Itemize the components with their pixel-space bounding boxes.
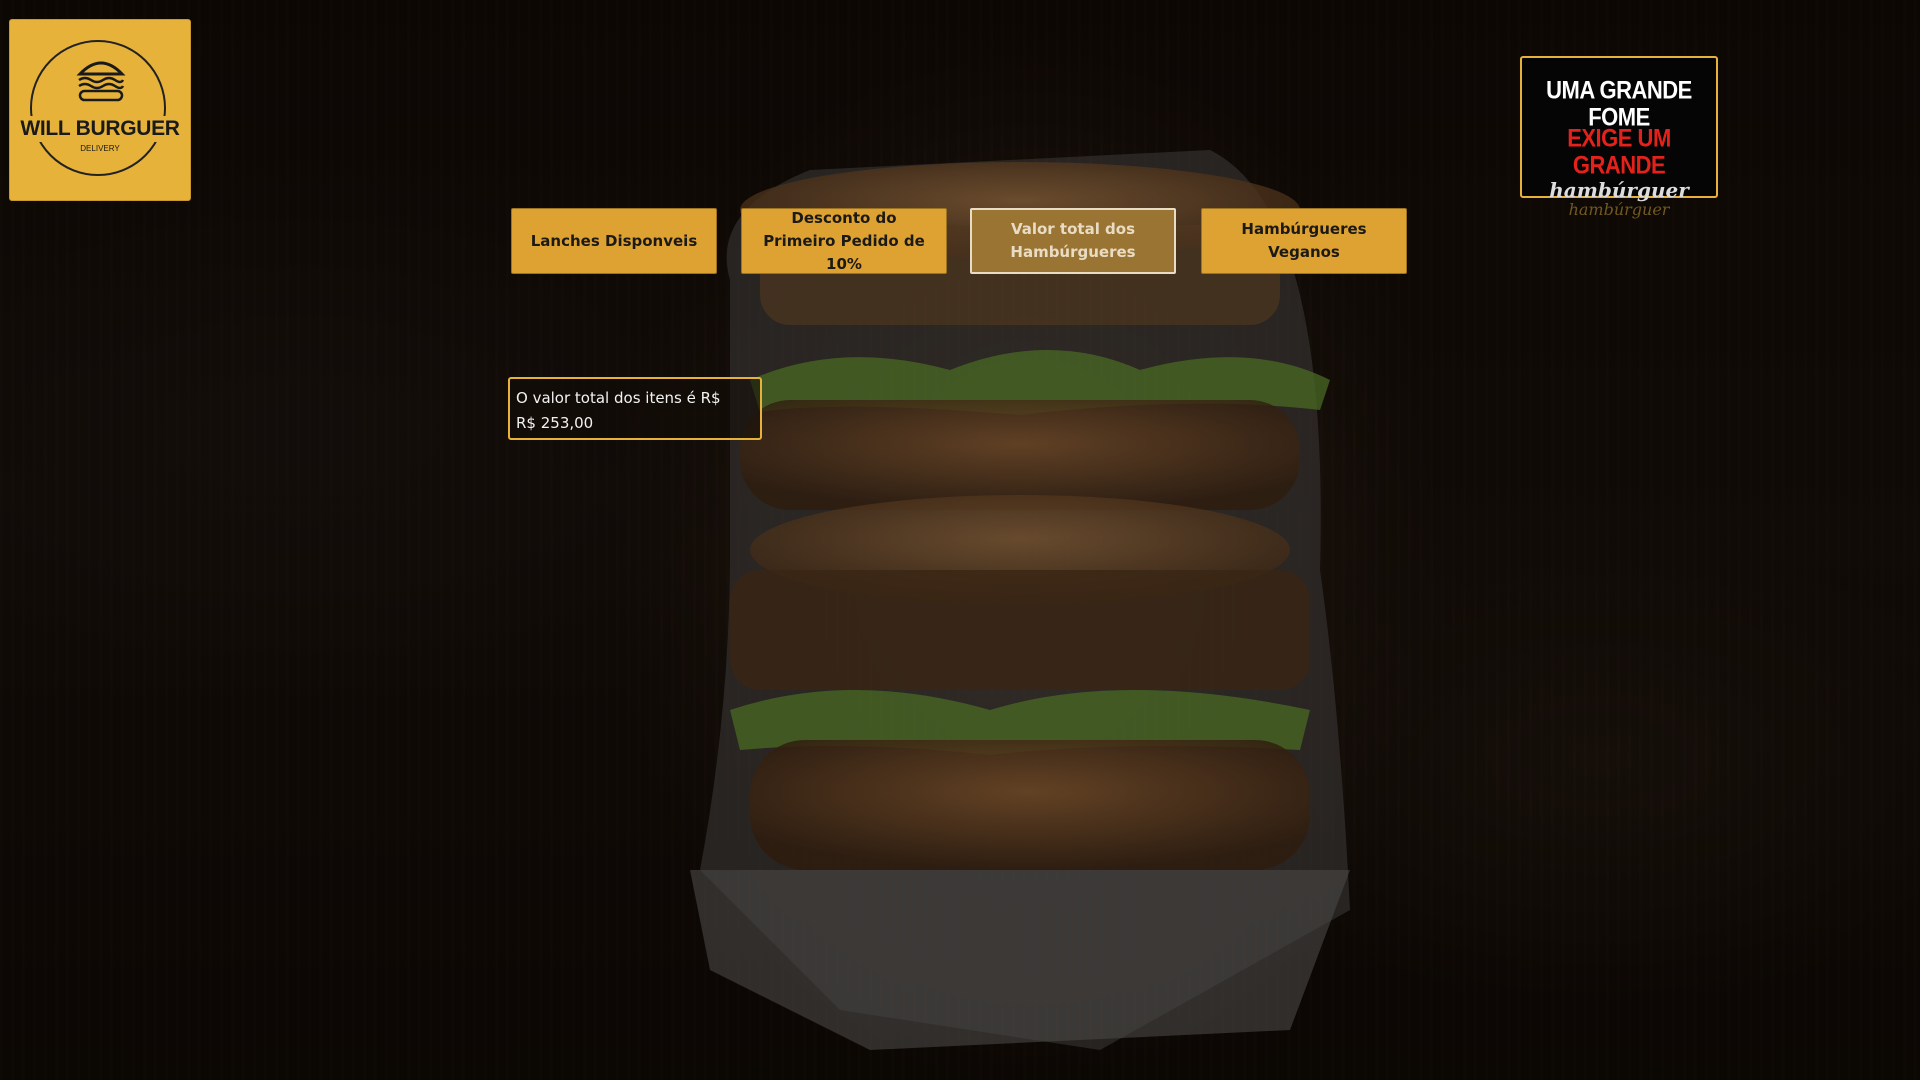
result-value: R$ 253,00 [516, 414, 594, 432]
lanches-disponiveis-button[interactable]: Lanches Disponveis [511, 208, 717, 274]
slogan-line-4: hambúrguer [1568, 200, 1670, 219]
slogan-line-1: UMA GRANDE FOME [1546, 76, 1692, 131]
will-burguer-logo[interactable]: WILL BURGUER DELIVERY [10, 20, 190, 200]
nav-button-label: Desconto do Primeiro Pedido de 10% [763, 208, 925, 273]
total-value-result: O valor total dos itens é R$ R$ 253,00 [508, 377, 762, 440]
hamburgueres-veganos-button[interactable]: Hambúrgueres Veganos [1201, 208, 1407, 274]
burger-icon [76, 61, 126, 102]
slogan-line-3: hambúrguer [1549, 178, 1689, 202]
nav-button-label: Hambúrgueres Veganos [1241, 220, 1367, 261]
nav-button-label: Valor total dos Hambúrgueres [1010, 220, 1136, 261]
logo-subtitle: DELIVERY [80, 144, 120, 153]
slogan-logo: UMA GRANDE FOME EXIGE UM GRANDE hambúrgu… [1520, 56, 1718, 218]
burger-photo [690, 150, 1350, 1050]
slogan-line-2: EXIGE UM GRANDE [1567, 123, 1671, 179]
logo-brand-text: WILL BURGUER [10, 116, 190, 142]
result-label: O valor total dos itens é R$ [516, 389, 721, 407]
nav-button-label: Lanches Disponveis [530, 231, 698, 250]
desconto-primeiro-pedido-button[interactable]: Desconto do Primeiro Pedido de 10% [741, 208, 947, 274]
valor-total-button[interactable]: Valor total dos Hambúrgueres [970, 208, 1176, 274]
